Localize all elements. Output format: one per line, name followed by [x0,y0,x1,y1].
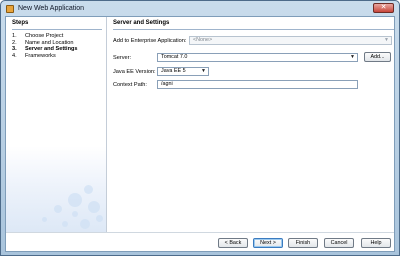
steps-heading: Steps [12,20,29,26]
chevron-down-icon: ▼ [384,37,389,43]
button-bar: < Back Next > Finish Cancel Help [6,232,394,251]
chevron-down-icon: ▼ [201,68,206,74]
help-button[interactable]: Help [361,238,391,248]
finish-button[interactable]: Finish [288,238,318,248]
panel-divider [113,29,394,30]
chevron-down-icon: ▼ [350,54,355,60]
window-title: New Web Application [18,5,85,12]
server-select[interactable]: Tomcat 7.0 ▼ [157,53,358,62]
back-button[interactable]: < Back [218,238,248,248]
java-ee-version-value: Java EE 5 [161,68,186,74]
enterprise-app-select: <None> ▼ [189,36,392,45]
server-label: Server: [113,55,132,61]
context-path-label: Context Path: [113,82,147,88]
dialog-window: New Web Application ✕ Steps 1. Choose Pro… [0,0,400,256]
panel-heading: Server and Settings [113,20,170,26]
add-server-button[interactable]: Add... [364,52,391,62]
next-button[interactable]: Next > [253,238,283,248]
step-item: 4. Frameworks [12,52,56,59]
java-ee-version-label: Java EE Version: [113,69,156,75]
cancel-button[interactable]: Cancel [324,238,354,248]
title-bar[interactable]: New Web Application ✕ [1,1,399,16]
close-icon: ✕ [380,4,387,11]
server-value: Tomcat 7.0 [161,54,188,60]
context-path-input[interactable]: /agni [157,80,358,89]
close-button[interactable]: ✕ [373,3,394,13]
steps-list: 1. Choose Project 2. Name and Location 3. S… [12,33,78,59]
steps-panel: Steps 1. Choose Project 2. Name and Locati… [6,17,107,232]
steps-divider [12,29,102,30]
dialog-body: Steps 1. Choose Project 2. Name and Locati… [5,16,395,252]
enterprise-app-value: <None> [193,37,213,43]
java-ee-version-select[interactable]: Java EE 5 ▼ [157,67,209,76]
app-icon [6,4,14,13]
settings-panel: Server and Settings Add to Enterprise Ap… [109,17,395,232]
enterprise-app-label: Add to Enterprise Application: [113,38,187,44]
